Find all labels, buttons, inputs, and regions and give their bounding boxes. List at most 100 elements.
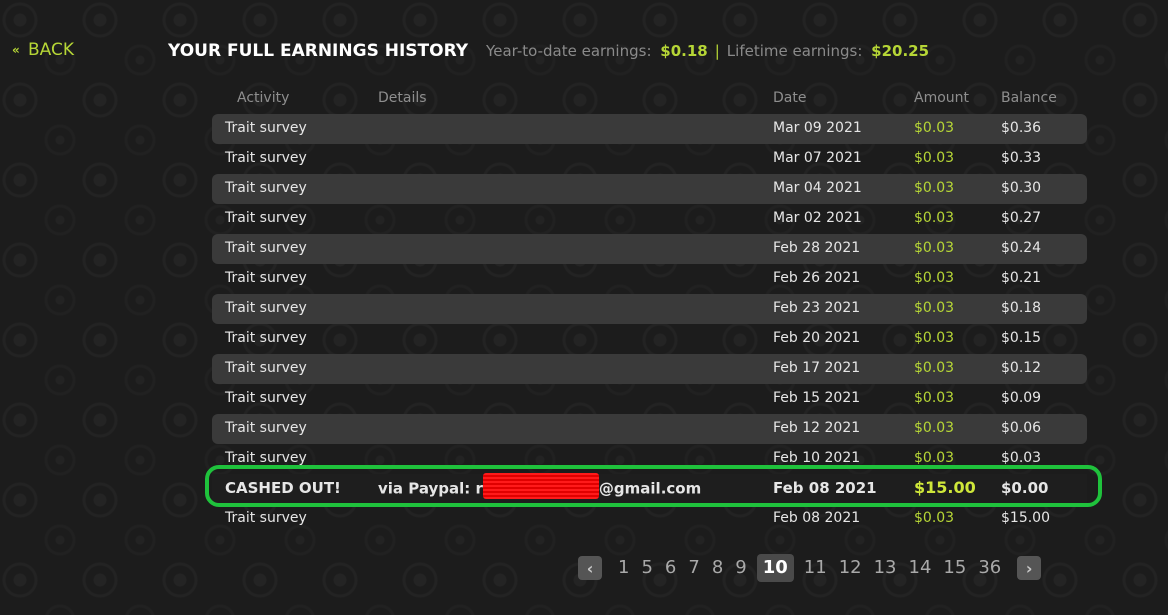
- cashout-row: CASHED OUT! via Paypal: r @gmail.com Feb …: [212, 473, 1087, 504]
- page-link[interactable]: 8: [706, 554, 729, 582]
- page-link[interactable]: 1: [612, 554, 635, 582]
- table-row: Trait survey Feb 20 2021 $0.03 $0.15: [212, 324, 1087, 354]
- page-link[interactable]: 5: [635, 554, 658, 582]
- table-row: Trait survey Mar 04 2021 $0.03 $0.30: [212, 174, 1087, 204]
- table-row: Trait survey Mar 07 2021 $0.03 $0.33: [212, 144, 1087, 174]
- row-balance: $0.21: [1001, 270, 1042, 286]
- chevron-left-icon[interactable]: ‹: [578, 556, 602, 580]
- ytd-earnings-label: Year-to-date earnings:: [486, 42, 652, 60]
- row-amount: $0.03: [914, 510, 955, 526]
- lifetime-earnings: Lifetime earnings: $20.25: [727, 42, 929, 60]
- cashout-balance: $0.00: [1001, 479, 1049, 497]
- table-row: Trait survey Feb 15 2021 $0.03 $0.09: [212, 384, 1087, 414]
- row-amount: $0.03: [914, 360, 955, 376]
- cashout-amount: $15.00: [914, 478, 976, 497]
- page-title: YOUR FULL EARNINGS HISTORY: [168, 41, 469, 61]
- row-date: Mar 02 2021: [773, 210, 862, 226]
- row-activity: Trait survey: [225, 360, 307, 376]
- page-link[interactable]: 15: [937, 554, 972, 582]
- row-balance: $0.06: [1001, 420, 1042, 436]
- page-link[interactable]: 14: [903, 554, 938, 582]
- page-link[interactable]: 7: [682, 554, 705, 582]
- row-activity: Trait survey: [225, 390, 307, 406]
- page-list: 1 5 6 7 8 9 10 11 12 13 14 15 36: [612, 554, 1007, 582]
- row-date: Feb 17 2021: [773, 360, 861, 376]
- table-row: Trait survey Feb 28 2021 $0.03 $0.24: [212, 234, 1087, 264]
- column-header-amount: Amount: [914, 90, 970, 106]
- row-amount: $0.03: [914, 300, 955, 316]
- row-date: Feb 10 2021: [773, 450, 861, 466]
- row-amount: $0.03: [914, 210, 955, 226]
- row-activity: Trait survey: [225, 150, 307, 166]
- page-link-current[interactable]: 10: [756, 554, 794, 582]
- page-link[interactable]: 12: [833, 554, 868, 582]
- row-amount: $0.03: [914, 150, 955, 166]
- row-amount: $0.03: [914, 240, 955, 256]
- lifetime-earnings-label: Lifetime earnings:: [726, 42, 863, 60]
- row-balance: $0.36: [1001, 120, 1042, 136]
- row-activity: Trait survey: [225, 270, 307, 286]
- row-date: Mar 07 2021: [773, 150, 862, 166]
- ytd-earnings-value: $0.18: [660, 42, 708, 60]
- cashout-date: Feb 08 2021: [773, 479, 877, 497]
- cashout-details-suffix: @gmail.com: [598, 479, 702, 498]
- table-body: Trait survey Mar 09 2021 $0.03 $0.36 Trait s…: [212, 114, 1087, 474]
- table-header: Activity Details Date Amount Balance: [212, 86, 1087, 114]
- row-amount: $0.03: [914, 120, 955, 136]
- table-row: Trait survey Feb 17 2021 $0.03 $0.12: [212, 354, 1087, 384]
- row-amount: $0.03: [914, 270, 955, 286]
- header-separator: |: [714, 42, 720, 60]
- double-chevron-left-icon: «: [12, 43, 20, 57]
- table-row: Trait survey Feb 12 2021 $0.03 $0.06: [212, 414, 1087, 444]
- chevron-right-icon[interactable]: ›: [1017, 556, 1042, 580]
- table-row: Trait survey Feb 23 2021 $0.03 $0.18: [212, 294, 1087, 324]
- page-link[interactable]: 9: [729, 554, 752, 582]
- row-date: Feb 12 2021: [773, 420, 861, 436]
- row-date: Mar 09 2021: [773, 120, 862, 136]
- row-amount: $0.03: [914, 390, 955, 406]
- cashout-details: via Paypal: r @gmail.com: [378, 473, 702, 499]
- row-activity: Trait survey: [225, 180, 307, 196]
- cashout-details-prefix: via Paypal: r: [378, 479, 483, 498]
- row-activity: Trait survey: [225, 240, 307, 256]
- row-activity: Trait survey: [225, 210, 307, 226]
- table-row: Trait survey Feb 10 2021 $0.03 $0.03: [212, 444, 1087, 474]
- row-date: Feb 28 2021: [773, 240, 861, 256]
- back-label: BACK: [28, 40, 75, 60]
- column-header-activity: Activity: [237, 90, 290, 106]
- cashout-activity: CASHED OUT!: [225, 479, 341, 497]
- row-amount: $0.03: [914, 420, 955, 436]
- column-header-date: Date: [773, 90, 807, 106]
- row-balance: $0.30: [1001, 180, 1042, 196]
- row-balance: $0.12: [1001, 360, 1042, 376]
- column-header-balance: Balance: [1001, 90, 1057, 106]
- row-date: Feb 15 2021: [773, 390, 861, 406]
- row-amount: $0.03: [914, 330, 955, 346]
- row-date: Mar 04 2021: [773, 180, 862, 196]
- page-link[interactable]: 36: [972, 554, 1007, 582]
- row-activity: Trait survey: [225, 120, 307, 136]
- earnings-table: Activity Details Date Amount Balance Tra…: [212, 86, 1087, 534]
- page-link[interactable]: 6: [659, 554, 682, 582]
- row-activity: Trait survey: [225, 420, 307, 436]
- pagination: ‹ 1 5 6 7 8 9 10 11 12 13 14 15 36 ›: [578, 554, 1042, 582]
- table-row: Trait survey Mar 09 2021 $0.03 $0.36: [212, 114, 1087, 144]
- row-balance: $0.27: [1001, 210, 1042, 226]
- row-activity: Trait survey: [225, 510, 307, 526]
- row-activity: Trait survey: [225, 450, 307, 466]
- row-activity: Trait survey: [225, 300, 307, 316]
- table-row: Trait survey Mar 02 2021 $0.03 $0.27: [212, 204, 1087, 234]
- row-date: Feb 08 2021: [773, 510, 861, 526]
- row-amount: $0.03: [914, 180, 955, 196]
- row-balance: $15.00: [1001, 510, 1050, 526]
- page-link[interactable]: 13: [868, 554, 903, 582]
- page-link[interactable]: 11: [798, 554, 833, 582]
- redaction-mark: [482, 473, 599, 499]
- row-date: Feb 26 2021: [773, 270, 861, 286]
- table-row: Trait survey Feb 08 2021 $0.03 $15.00: [212, 504, 1087, 534]
- column-header-details: Details: [378, 90, 427, 106]
- row-activity: Trait survey: [225, 330, 307, 346]
- lifetime-earnings-value: $20.25: [871, 42, 930, 60]
- back-link[interactable]: « BACK: [12, 40, 74, 60]
- row-balance: $0.18: [1001, 300, 1042, 316]
